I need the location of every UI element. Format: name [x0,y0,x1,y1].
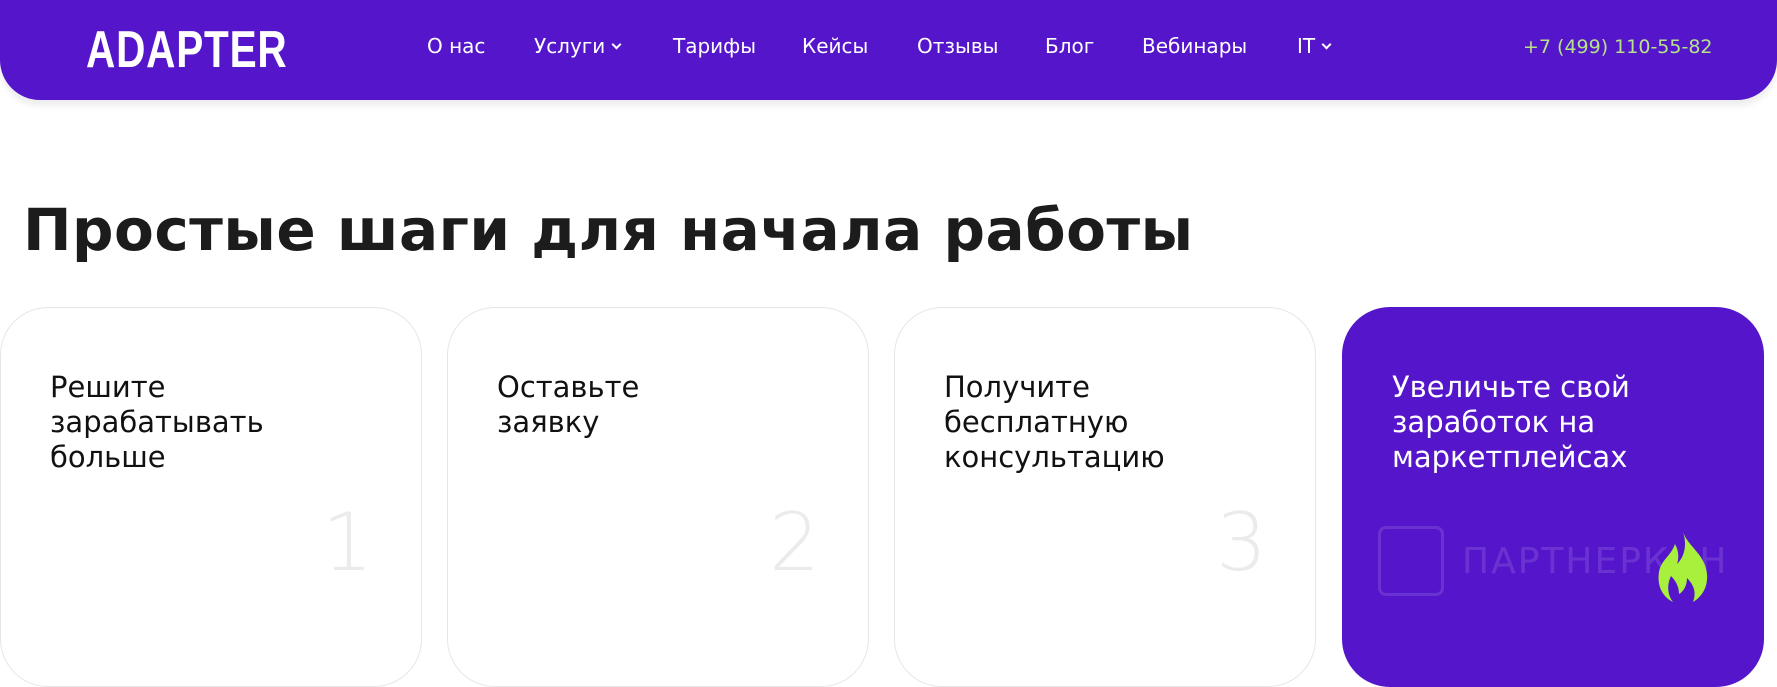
step-card-1: Решите зарабатывать больше 1 [0,307,422,687]
step-text: Получите бесплатную консультацию [944,370,1165,474]
step-text: Увеличьте свой заработок на маркетплейса… [1392,370,1630,474]
section-title: Простые шаги для начала работы [23,196,1194,264]
nav-cases[interactable]: Кейсы [802,34,868,58]
phone-link[interactable]: +7 (499) 110-55-82 [1523,36,1713,58]
logo[interactable]: ADAPTER [86,20,288,80]
nav-reviews[interactable]: Отзывы [917,34,998,58]
step-number: 2 [769,496,820,589]
nav-label: Кейсы [802,34,869,58]
nav-label: Вебинары [1142,34,1248,58]
nav-label: О нас [427,34,486,58]
nav-label: Блог [1045,34,1095,58]
nav-it[interactable]: IT [1297,34,1332,58]
nav-services[interactable]: Услуги [534,34,622,58]
chevron-down-icon [1321,39,1332,50]
watermark-logo-icon [1378,526,1444,596]
flame-icon [1658,532,1708,602]
step-card-2: Оставьте заявку 2 [447,307,869,687]
nav-webinars[interactable]: Вебинары [1142,34,1247,58]
step-card-4: Увеличьте свой заработок на маркетплейса… [1342,307,1764,687]
nav-blog[interactable]: Блог [1045,34,1094,58]
nav-label: IT [1297,34,1316,58]
step-card-3: Получите бесплатную консультацию 3 [894,307,1316,687]
nav-label: Отзывы [917,34,999,58]
nav-tariffs[interactable]: Тарифы [673,34,756,58]
site-header: ADAPTER О нас Услуги Тарифы Кейсы Отзывы… [0,0,1777,100]
chevron-down-icon [611,39,622,50]
nav-about[interactable]: О нас [427,34,485,58]
step-number: 3 [1216,496,1267,589]
step-number: 1 [322,496,373,589]
step-text: Решите зарабатывать больше [50,370,264,474]
step-text: Оставьте заявку [497,370,640,439]
nav-label: Услуги [534,34,606,58]
nav-label: Тарифы [673,34,757,58]
